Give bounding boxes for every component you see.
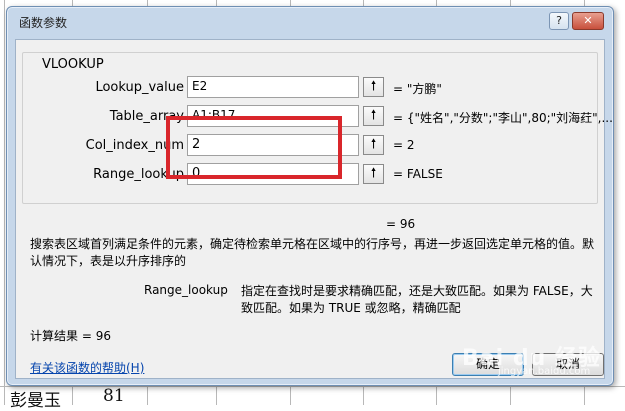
collapse-arrow-icon[interactable]: 🠕 bbox=[363, 135, 384, 155]
lookup-value-input[interactable]: E2 bbox=[187, 76, 359, 98]
dialog-body: VLOOKUP Lookup_value Table_array Col_ind… bbox=[15, 39, 613, 379]
current-arg-description: 指定在查找时是要求精确匹配，还是大致匹配。如果为 FALSE，大致匹配。如果为 … bbox=[241, 284, 593, 315]
help-icon[interactable]: ? bbox=[549, 12, 569, 30]
function-result: = 96 bbox=[386, 217, 416, 231]
cell-name[interactable]: 彭曼玉 bbox=[10, 386, 61, 411]
title-bar[interactable]: 函数参数 ? ✕ bbox=[7, 7, 613, 37]
table-array-result: = {"姓名","分数";"李山",80;"刘海荭",... bbox=[393, 111, 613, 125]
collapse-arrow-icon[interactable]: 🠕 bbox=[363, 164, 384, 184]
function-arguments-dialog: 函数参数 ? ✕ VLOOKUP Lookup_value Table_arra… bbox=[6, 6, 614, 386]
watermark-url: jingyan.baidu.com bbox=[498, 366, 591, 377]
annotation-highlight-box bbox=[166, 116, 342, 179]
collapse-arrow-icon[interactable]: 🠕 bbox=[363, 106, 384, 126]
col-index-num-result: = 2 bbox=[393, 138, 415, 152]
grid-line bbox=[0, 386, 625, 387]
close-icon[interactable]: ✕ bbox=[572, 12, 604, 30]
help-link[interactable]: 有关该函数的帮助(H) bbox=[30, 359, 144, 376]
argument-labels: Lookup_value Table_array Col_index_num R… bbox=[23, 53, 184, 203]
function-description: 搜索表区域首列满足条件的元素，确定待检索单元格在区域中的行序号，再进一步返回选定… bbox=[30, 237, 595, 268]
collapse-arrow-icon[interactable]: 🠕 bbox=[363, 77, 384, 97]
current-arg-name: Range_lookup bbox=[144, 283, 228, 297]
dialog-title: 函数参数 bbox=[19, 16, 68, 30]
cell-score[interactable]: 81 bbox=[103, 386, 125, 406]
lookup-value-result: = "方鹏" bbox=[393, 82, 442, 96]
arg-label-lookup-value: Lookup_value bbox=[95, 80, 184, 95]
range-lookup-result: = FALSE bbox=[393, 167, 443, 181]
grid-line bbox=[4, 0, 5, 405]
calc-result: 计算结果 = 96 bbox=[30, 329, 111, 343]
